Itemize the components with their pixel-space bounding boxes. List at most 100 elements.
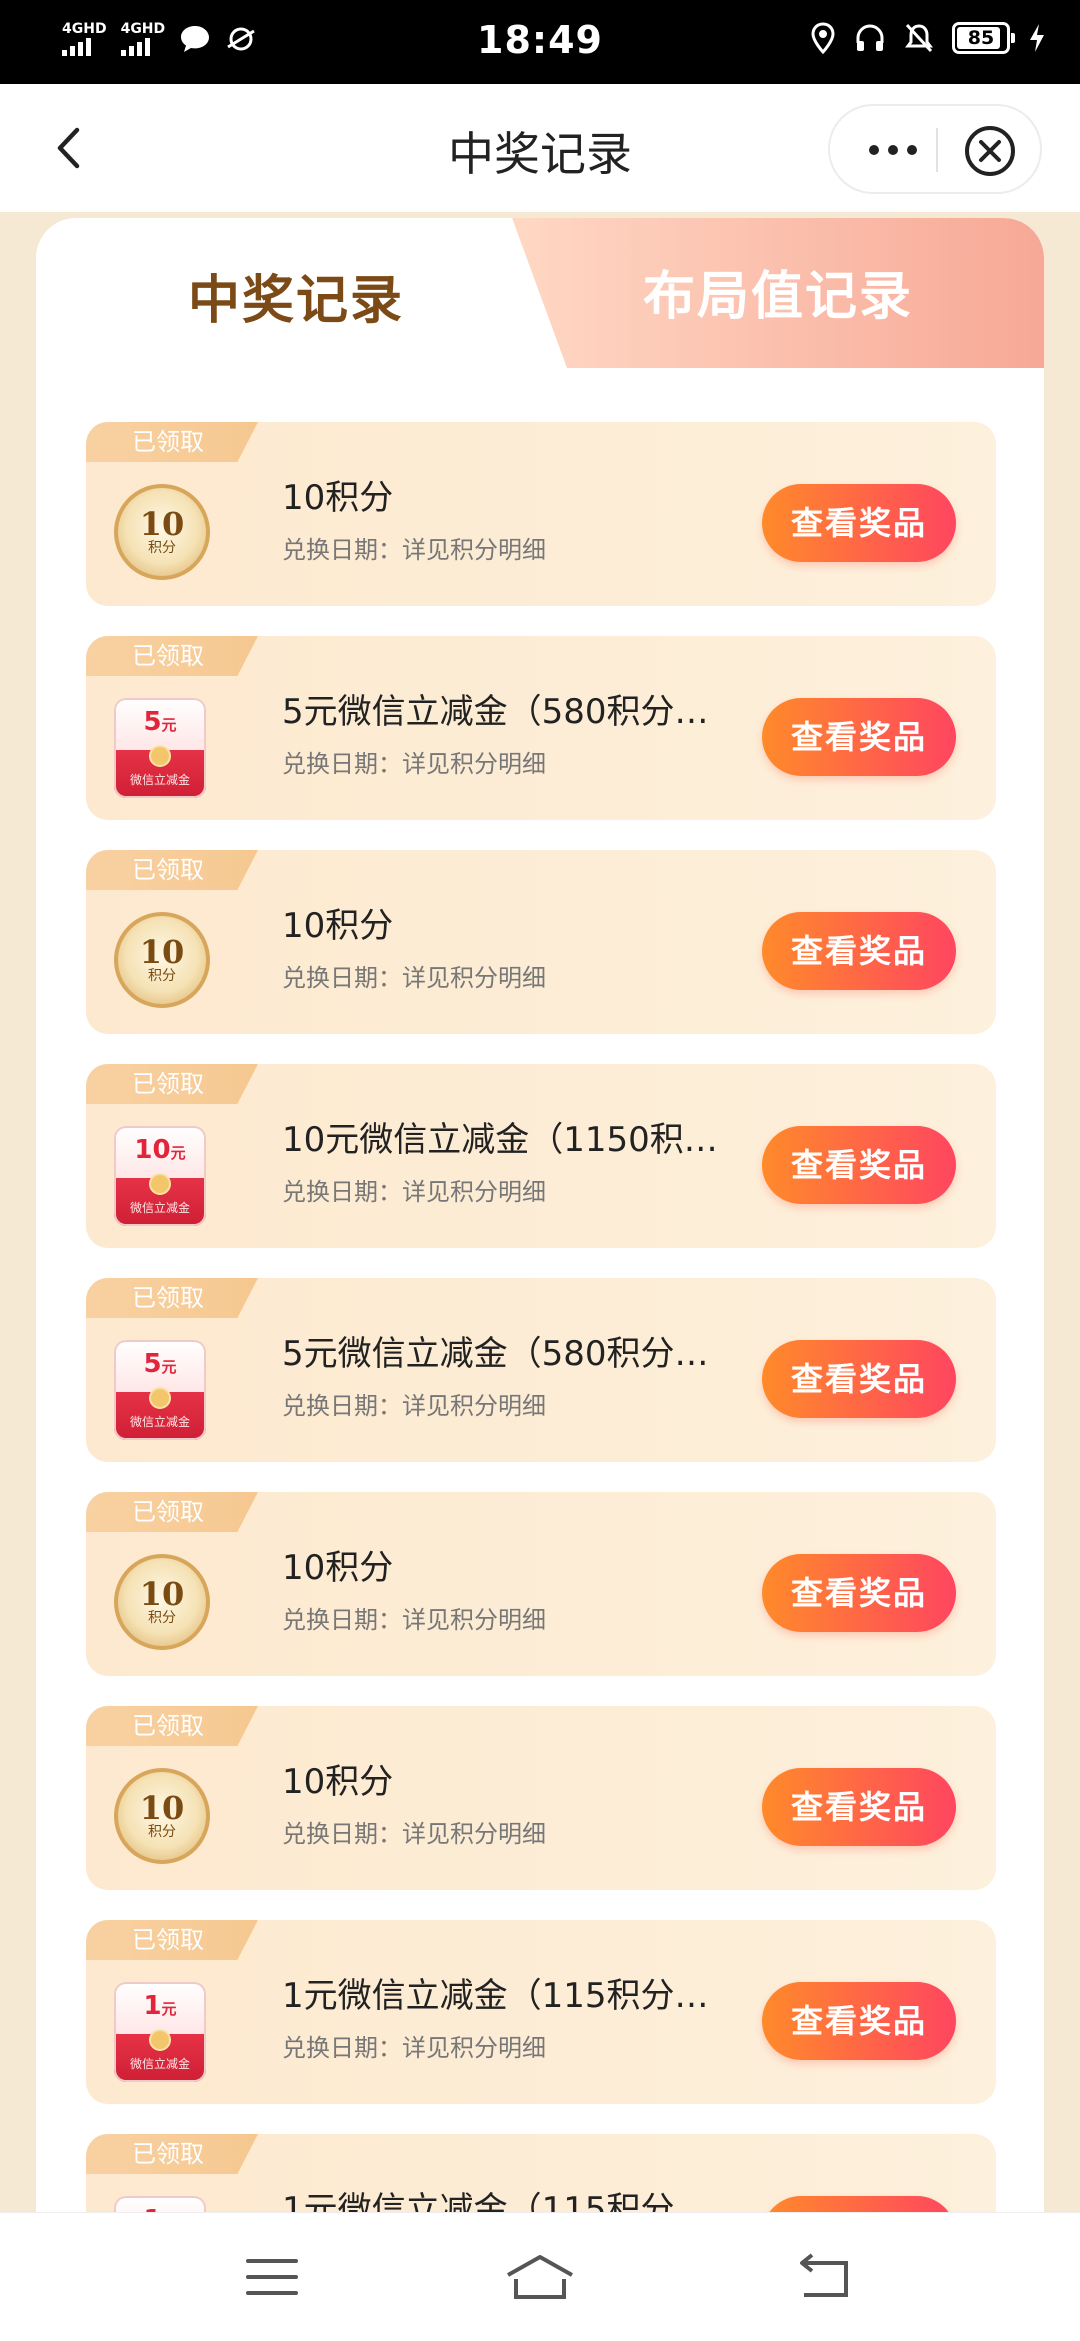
coin-face: 10 积分 <box>114 484 210 580</box>
home-icon <box>507 2255 573 2299</box>
view-prize-button[interactable]: 查看奖品 <box>762 912 956 990</box>
claimed-badge: 已领取 <box>86 1492 258 1532</box>
claimed-badge: 已领取 <box>86 1920 258 1960</box>
redeem-date: 兑换日期：详见积分明细 <box>282 1178 546 1206</box>
menu-button[interactable] <box>236 2247 308 2307</box>
envelope-caption: 微信立减金 <box>129 1415 190 1429</box>
status-bar: 4GHD 4GHD 18:49 85 <box>0 0 1080 84</box>
coin-unit: 积分 <box>148 540 176 556</box>
tab-prize-records-label: 中奖记录 <box>187 271 404 331</box>
records-panel: 中奖记录 布局值记录 已领取 10 积分 10积分 兑换日期：详见积分明细 查看奖品 已领取… <box>36 218 1044 2278</box>
envelope-face: 1元微信立减金 <box>114 1982 206 2082</box>
return-icon <box>800 2253 848 2297</box>
envelope-amount: 1 <box>143 1991 162 2021</box>
redeem-date: 兑换日期：详见积分明细 <box>282 536 546 564</box>
view-prize-button[interactable]: 查看奖品 <box>762 1126 956 1204</box>
coin-face: 10 积分 <box>114 1554 210 1650</box>
prize-record-list: 已领取 10 积分 10积分 兑换日期：详见积分明细 查看奖品 已领取 5元 微信立减金 5元微信… <box>86 422 996 2278</box>
claimed-badge: 已领取 <box>86 1278 258 1318</box>
envelope-unit: 元 <box>170 1144 186 1162</box>
envelope-amount-wrap: 5元 <box>143 1350 176 1381</box>
envelope-amount-wrap: 1元 <box>143 1992 176 2023</box>
envelope-amount-wrap: 5元 <box>143 708 176 739</box>
coin-face: 10 积分 <box>114 1768 210 1864</box>
envelope-caption: 微信立减金 <box>129 2057 190 2071</box>
envelope-seal <box>149 2029 171 2051</box>
record-item: 已领取 1元微信立减金 1元微信立减金（115积分兑换） 兑换日期：详见积分明细 查看奖… <box>86 1920 996 2104</box>
close-button[interactable] <box>964 125 1016 177</box>
battery-level: 85 <box>967 27 995 49</box>
tab-layout-value-records-label: 布局值记录 <box>642 267 913 327</box>
envelope-amount-wrap: 10元 <box>134 1136 185 1167</box>
charging-icon <box>1030 24 1044 52</box>
coin-amount: 10 <box>139 1789 185 1827</box>
points-coin-icon: 10 积分 <box>114 912 214 1012</box>
capsule-divider <box>936 128 938 172</box>
status-right: 85 <box>810 22 1046 54</box>
envelope-caption: 微信立减金 <box>129 1201 190 1215</box>
envelope-amount: 10 <box>134 1135 171 1165</box>
view-prize-button[interactable]: 查看奖品 <box>762 698 956 776</box>
view-prize-button[interactable]: 查看奖品 <box>762 1340 956 1418</box>
battery-icon: 85 <box>952 22 1015 54</box>
system-navigation-bar <box>0 2212 1080 2341</box>
redeem-date: 兑换日期：详见积分明细 <box>282 1392 546 1420</box>
claimed-badge: 已领取 <box>86 1064 258 1104</box>
envelope-seal <box>149 1173 171 1195</box>
mini-program-capsule <box>828 104 1042 194</box>
claimed-badge: 已领取 <box>86 422 258 462</box>
prize-name: 10积分 <box>282 478 394 518</box>
menu-icon <box>246 2259 298 2295</box>
record-item: 已领取 10 积分 10积分 兑换日期：详见积分明细 查看奖品 <box>86 850 996 1034</box>
redeem-date: 兑换日期：详见积分明细 <box>282 750 546 778</box>
redeem-date: 兑换日期：详见积分明细 <box>282 2034 546 2062</box>
coin-face: 10 积分 <box>114 912 210 1008</box>
red-envelope-icon: 5元微信立减金 <box>114 698 214 798</box>
claimed-badge: 已领取 <box>86 2134 258 2174</box>
envelope-seal <box>149 745 171 767</box>
redeem-date: 兑换日期：详见积分明细 <box>282 964 546 992</box>
more-options-button[interactable] <box>854 130 932 170</box>
envelope-amount: 5 <box>143 707 162 737</box>
redeem-date: 兑换日期：详见积分明细 <box>282 1820 546 1848</box>
record-item: 已领取 10 积分 10积分兑换日期：详见积分明细 查看奖品 <box>86 1492 996 1676</box>
envelope-face: 10元微信立减金 <box>114 1126 206 1226</box>
home-button[interactable] <box>504 2247 576 2307</box>
record-item: 已领取 10 积分 10积分 兑换日期：详见积分明细 查看奖品 <box>86 1706 996 1890</box>
view-prize-button[interactable]: 查看奖品 <box>762 1982 956 2060</box>
envelope-face: 5元微信立减金 <box>114 698 206 798</box>
navigation-bar: 中奖记录 <box>0 84 1080 212</box>
headphones-icon <box>856 24 884 51</box>
red-envelope-icon: 5元微信立减金 <box>114 1340 214 1440</box>
prize-name: 10积分 <box>282 1548 394 1588</box>
view-prize-button[interactable]: 查看奖品 <box>762 484 956 562</box>
envelope-unit: 元 <box>161 2000 177 2018</box>
red-envelope-icon: 1元微信立减金 <box>114 1982 214 2082</box>
location-icon <box>811 22 835 54</box>
view-prize-button[interactable]: 查看奖品 <box>762 1554 956 1632</box>
prize-name: 5元微信立减金（580积分兑换） <box>282 692 742 732</box>
prize-name: 10元微信立减金（1150积分兑换） <box>282 1120 742 1160</box>
envelope-caption: 微信立减金 <box>129 773 190 787</box>
points-coin-icon: 10 积分 <box>114 1554 214 1654</box>
claimed-badge: 已领取 <box>86 850 258 890</box>
prize-name: 1元微信立减金（115积分兑换） <box>282 1976 742 2016</box>
record-item: 已领取 5元微信立减金 5元微信立减金（580积分兑换） 兑换日期：详见积分明细 查看奖… <box>86 636 996 820</box>
points-coin-icon: 10 积分 <box>114 1768 214 1868</box>
coin-amount: 10 <box>139 933 185 971</box>
claimed-badge: 已领取 <box>86 636 258 676</box>
claimed-badge: 已领取 <box>86 1706 258 1746</box>
red-envelope-icon: 10元微信立减金 <box>114 1126 214 1226</box>
record-item: 已领取 10 积分 10积分兑换日期：详见积分明细 查看奖品 <box>86 422 996 606</box>
back-system-button[interactable] <box>788 2247 860 2307</box>
envelope-unit: 元 <box>161 1358 177 1376</box>
bell-muted-icon <box>905 23 933 53</box>
tab-prize-records[interactable]: 中奖记录 <box>36 218 536 368</box>
redeem-date: 兑换日期：详见积分明细 <box>282 1606 546 1634</box>
envelope-amount: 5 <box>143 1349 162 1379</box>
view-prize-button[interactable]: 查看奖品 <box>762 1768 956 1846</box>
tab-layout-value-records[interactable]: 布局值记录 <box>512 218 1044 368</box>
record-item: 已领取 5元微信立减金 5元微信立减金（580积分兑换） 兑换日期：详见积分明细 查看奖… <box>86 1278 996 1462</box>
envelope-seal <box>149 1387 171 1409</box>
prize-name: 5元微信立减金（580积分兑换） <box>282 1334 742 1374</box>
